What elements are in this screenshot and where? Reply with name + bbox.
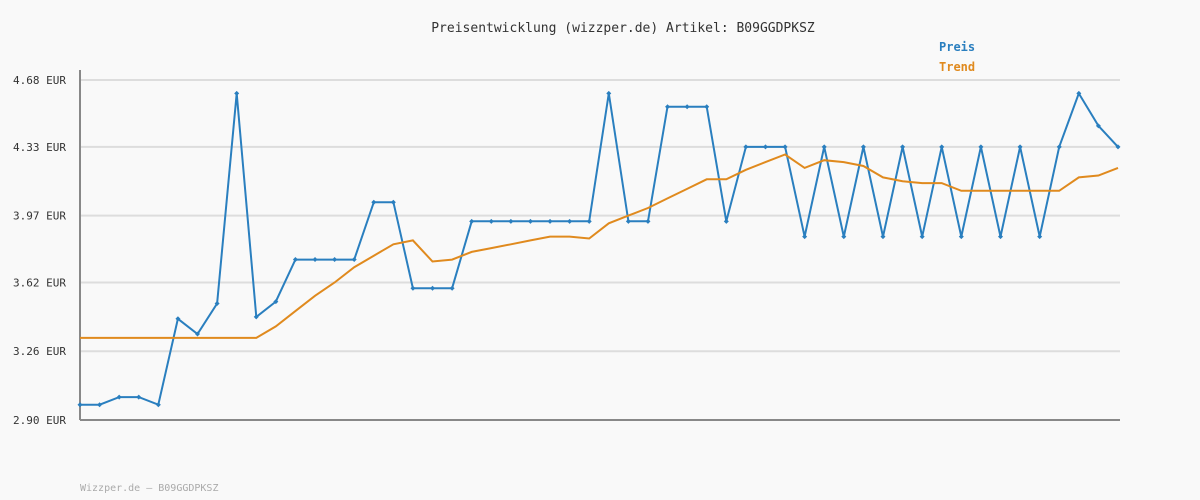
data-point-preis <box>880 234 886 240</box>
data-point-preis <box>77 402 83 408</box>
y-tick-label: 2.90 EUR <box>13 414 66 427</box>
data-point-preis <box>1017 144 1023 150</box>
data-point-preis <box>782 144 788 150</box>
data-point-preis <box>469 218 475 224</box>
data-point-preis <box>586 218 592 224</box>
y-tick-label: 3.62 EUR <box>13 276 66 289</box>
data-point-preis <box>665 104 671 110</box>
data-point-preis <box>762 144 768 150</box>
data-point-preis <box>488 218 494 224</box>
data-point-preis <box>508 218 514 224</box>
chart-title: Preisentwicklung (wizzper.de) Artikel: B… <box>431 21 815 36</box>
data-point-preis <box>997 234 1003 240</box>
data-point-preis <box>743 144 749 150</box>
data-point-preis <box>449 285 455 291</box>
data-point-preis <box>1056 144 1062 150</box>
data-point-preis <box>527 218 533 224</box>
y-tick-label: 3.26 EUR <box>13 345 66 358</box>
footer-credit: Wizzper.de – B09GGDPKSZ <box>80 483 218 494</box>
data-point-preis <box>606 90 612 96</box>
chart-canvas: Preisentwicklung (wizzper.de) Artikel: B… <box>13 21 1121 494</box>
data-point-preis <box>860 144 866 150</box>
axes <box>79 70 1120 421</box>
data-point-preis <box>1037 234 1043 240</box>
data-point-preis <box>978 144 984 150</box>
series-lines <box>77 90 1121 408</box>
data-point-preis <box>371 199 377 205</box>
data-point-preis <box>645 218 651 224</box>
data-point-preis <box>919 234 925 240</box>
legend-label-trend: Trend <box>939 60 975 74</box>
price-chart: Preisentwicklung (wizzper.de) Artikel: B… <box>0 0 1200 500</box>
data-point-preis <box>390 199 396 205</box>
series-line-trend <box>80 153 1119 339</box>
data-point-preis <box>312 257 318 263</box>
data-point-preis <box>900 144 906 150</box>
grid <box>80 79 1120 421</box>
data-point-preis <box>547 218 553 224</box>
data-point-preis <box>430 285 436 291</box>
series-line-preis <box>80 91 1119 407</box>
data-point-preis <box>351 257 357 263</box>
data-point-preis <box>958 234 964 240</box>
data-point-preis <box>332 257 338 263</box>
y-tick-label: 3.97 EUR <box>13 210 66 223</box>
data-point-preis <box>234 90 240 96</box>
data-point-preis <box>625 218 631 224</box>
data-point-preis <box>410 285 416 291</box>
data-point-preis <box>841 234 847 240</box>
data-point-preis <box>723 218 729 224</box>
data-point-preis <box>821 144 827 150</box>
data-point-preis <box>684 104 690 110</box>
y-tick-label: 4.68 EUR <box>13 74 66 87</box>
data-point-preis <box>567 218 573 224</box>
data-point-preis <box>802 234 808 240</box>
data-point-preis <box>704 104 710 110</box>
y-axis-ticks: 2.90 EUR 3.26 EUR 3.62 EUR 3.97 EUR 4.33 EUR… <box>13 74 66 427</box>
y-tick-label: 4.33 EUR <box>13 141 66 154</box>
data-point-preis <box>939 144 945 150</box>
legend-label-preis: Preis <box>939 40 975 54</box>
